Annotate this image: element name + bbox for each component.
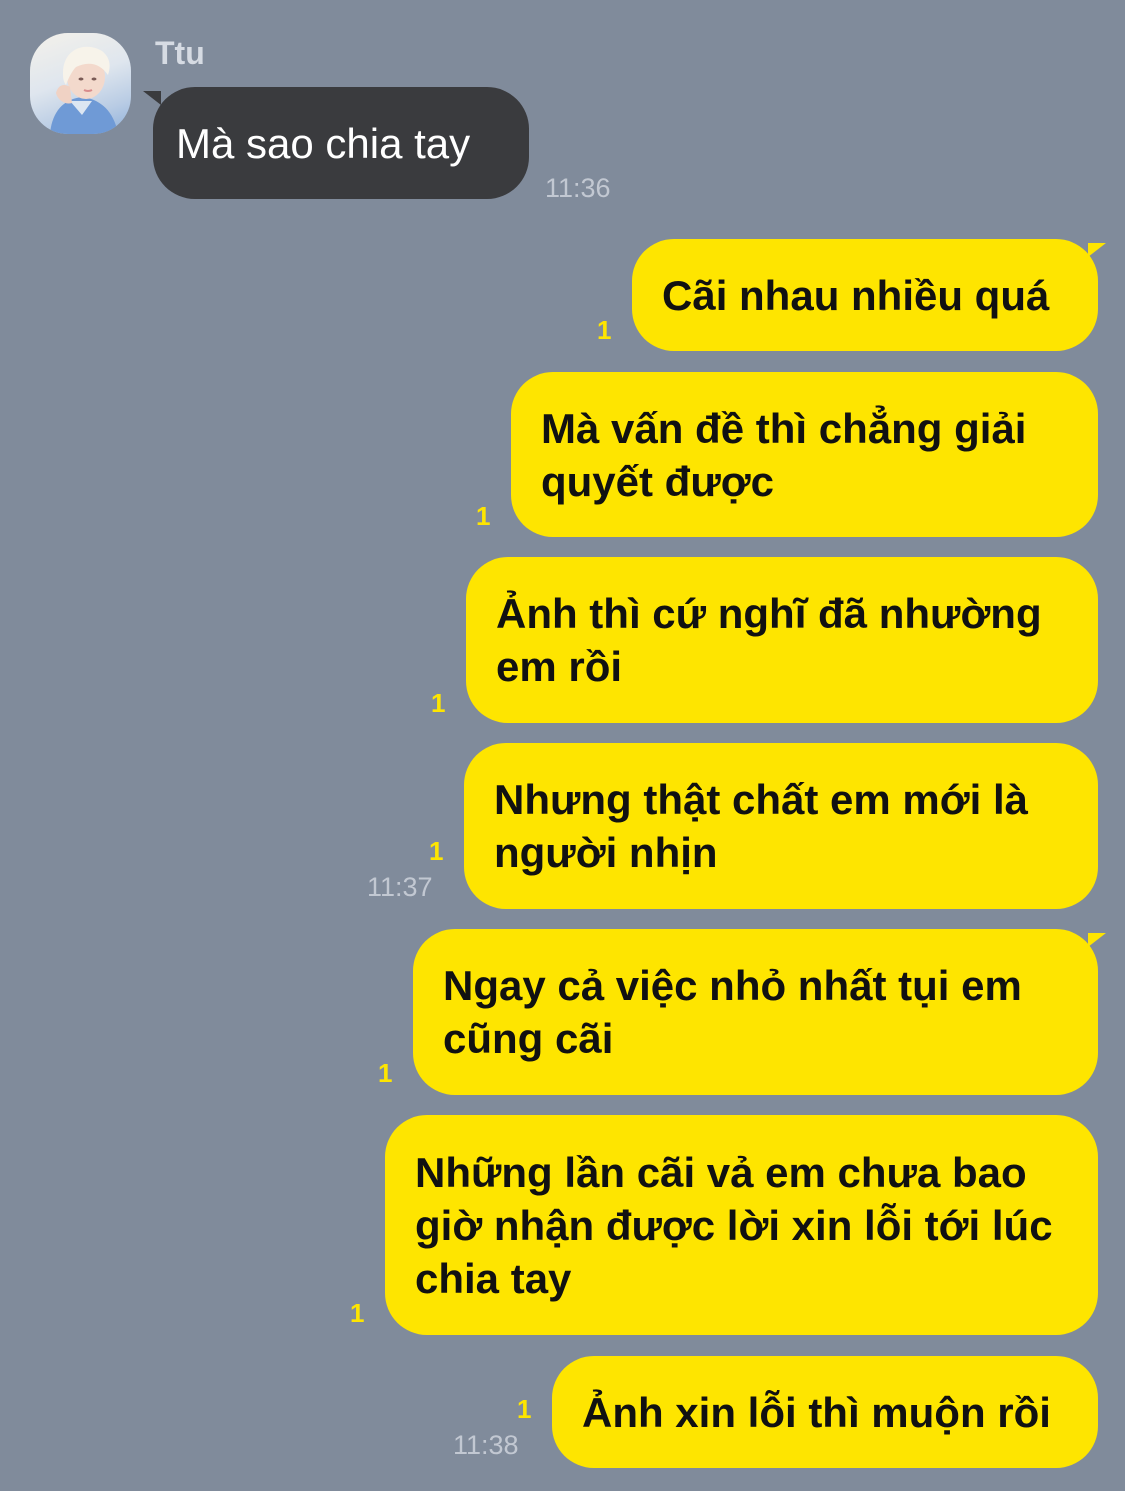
outgoing-message-bubble[interactable]: Mà vấn đề thì chẳng giải quyết được [511,372,1098,537]
unread-count: 1 [378,1058,393,1088]
message-text: Nhưng thật chất em mới là người nhịn [494,776,1029,876]
outgoing-message-bubble[interactable]: Cãi nhau nhiều quá [632,239,1106,351]
message-text: Mà sao chia tay [176,119,471,167]
outgoing-message-bubble[interactable]: Nhưng thật chất em mới là người nhịn [464,743,1098,909]
message-time: 11:38 [453,1430,519,1460]
outgoing-message-bubble[interactable]: Ảnh thì cứ nghĩ đã nhường em rồi [466,557,1098,723]
message-text: Ngay cả việc nhỏ nhất tụi em cũng cãi [443,962,1022,1062]
unread-count: 1 [476,501,491,531]
message-text: Ảnh xin lỗi thì muộn rồi [582,1388,1051,1436]
contact-avatar[interactable] [30,33,131,134]
outgoing-message-bubble[interactable]: Ngay cả việc nhỏ nhất tụi em cũng cãi [413,929,1106,1095]
avatar-portrait-icon [50,46,118,134]
message-time: 11:37 [367,872,433,902]
outgoing-message-bubble[interactable]: Ảnh xin lỗi thì muộn rồi [552,1356,1098,1468]
unread-count: 1 [429,836,444,866]
message-text: Cãi nhau nhiều quá [662,271,1050,319]
contact-name: Ttu [155,35,205,71]
message-text: Ảnh thì cứ nghĩ đã nhường em rồi [496,590,1042,690]
message-text: Mà vấn đề thì chẳng giải quyết được [541,404,1027,505]
message-time: 11:36 [545,173,611,203]
unread-count: 1 [517,1394,532,1424]
message-text: Những lần cãi vả em chưa bao giờ nhận đư… [415,1148,1053,1302]
unread-count: 1 [597,315,612,345]
incoming-message-bubble[interactable]: Mà sao chia tay [143,87,529,199]
outgoing-message-bubble[interactable]: Những lần cãi vả em chưa bao giờ nhận đư… [385,1115,1098,1335]
unread-count: 1 [350,1298,365,1328]
unread-count: 1 [431,688,446,718]
